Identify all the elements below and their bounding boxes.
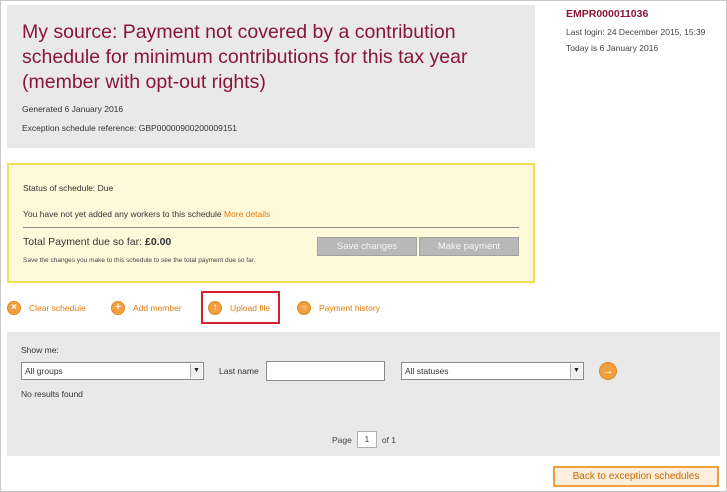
total-payment-label: Total Payment due so far: bbox=[23, 236, 143, 248]
clear-schedule-action[interactable]: × Clear schedule bbox=[7, 300, 86, 316]
upload-highlight-box bbox=[201, 291, 280, 324]
generated-date: Generated 6 January 2016 bbox=[22, 104, 124, 114]
last-name-input[interactable] bbox=[266, 361, 385, 381]
member-filter-panel: Show me: All groups ▼ Last name All stat… bbox=[7, 332, 720, 456]
divider bbox=[23, 227, 519, 228]
clear-schedule-label: Clear schedule bbox=[29, 303, 86, 313]
schedule-status: Status of schedule: Due bbox=[23, 183, 114, 193]
make-payment-button[interactable]: Make payment bbox=[419, 237, 519, 256]
last-name-label: Last name bbox=[219, 366, 259, 376]
back-to-exception-schedules-button[interactable]: Back to exception schedules bbox=[553, 466, 719, 487]
add-member-label: Add member bbox=[133, 303, 182, 313]
search-icon: ○ bbox=[297, 301, 311, 315]
workers-message: You have not yet added any workers to th… bbox=[23, 209, 270, 219]
employer-reference: EMPR000011036 bbox=[566, 8, 649, 20]
today-date: Today is 6 January 2016 bbox=[566, 43, 659, 53]
groups-select-value: All groups bbox=[25, 366, 63, 376]
total-payment-value: £0.00 bbox=[145, 236, 172, 248]
save-note: Save the changes you make to this schedu… bbox=[23, 257, 256, 264]
page-title: My source: Payment not covered by a cont… bbox=[22, 21, 468, 93]
groups-select[interactable]: All groups ▼ bbox=[21, 362, 204, 380]
schedule-status-panel: Status of schedule: Due You have not yet… bbox=[7, 163, 535, 283]
payment-history-action[interactable]: ○ Payment history bbox=[297, 300, 380, 316]
pagination: Page 1 of 1 bbox=[332, 431, 396, 448]
last-login: Last login: 24 December 2015, 15:39 bbox=[566, 27, 706, 37]
total-payment: Total Payment due so far: £0.00 bbox=[23, 236, 171, 248]
close-icon: × bbox=[7, 301, 21, 315]
page-number-input[interactable]: 1 bbox=[356, 431, 377, 448]
page-total: of 1 bbox=[381, 434, 397, 445]
plus-icon: + bbox=[111, 301, 125, 315]
statuses-select-value: All statuses bbox=[405, 366, 449, 376]
account-info: EMPR000011036 Last login: 24 December 20… bbox=[566, 8, 726, 53]
show-me-label: Show me: bbox=[21, 345, 59, 355]
workers-message-text: You have not yet added any workers to th… bbox=[23, 209, 222, 219]
more-details-link[interactable]: More details bbox=[224, 209, 270, 219]
no-results-message: No results found bbox=[21, 389, 83, 399]
page-label: Page bbox=[332, 434, 352, 445]
add-member-action[interactable]: + Add member bbox=[111, 300, 182, 316]
schedule-header-panel: My source: Payment not covered by a cont… bbox=[7, 5, 535, 148]
statuses-select[interactable]: All statuses ▼ bbox=[401, 362, 584, 380]
chevron-down-icon: ▼ bbox=[190, 364, 202, 378]
payment-history-label: Payment history bbox=[319, 303, 380, 313]
arrow-right-icon[interactable]: → bbox=[599, 362, 617, 380]
exception-reference: Exception schedule reference: GBP0000090… bbox=[22, 123, 238, 133]
save-changes-button[interactable]: Save changes bbox=[317, 237, 417, 256]
chevron-down-icon: ▼ bbox=[570, 364, 582, 378]
